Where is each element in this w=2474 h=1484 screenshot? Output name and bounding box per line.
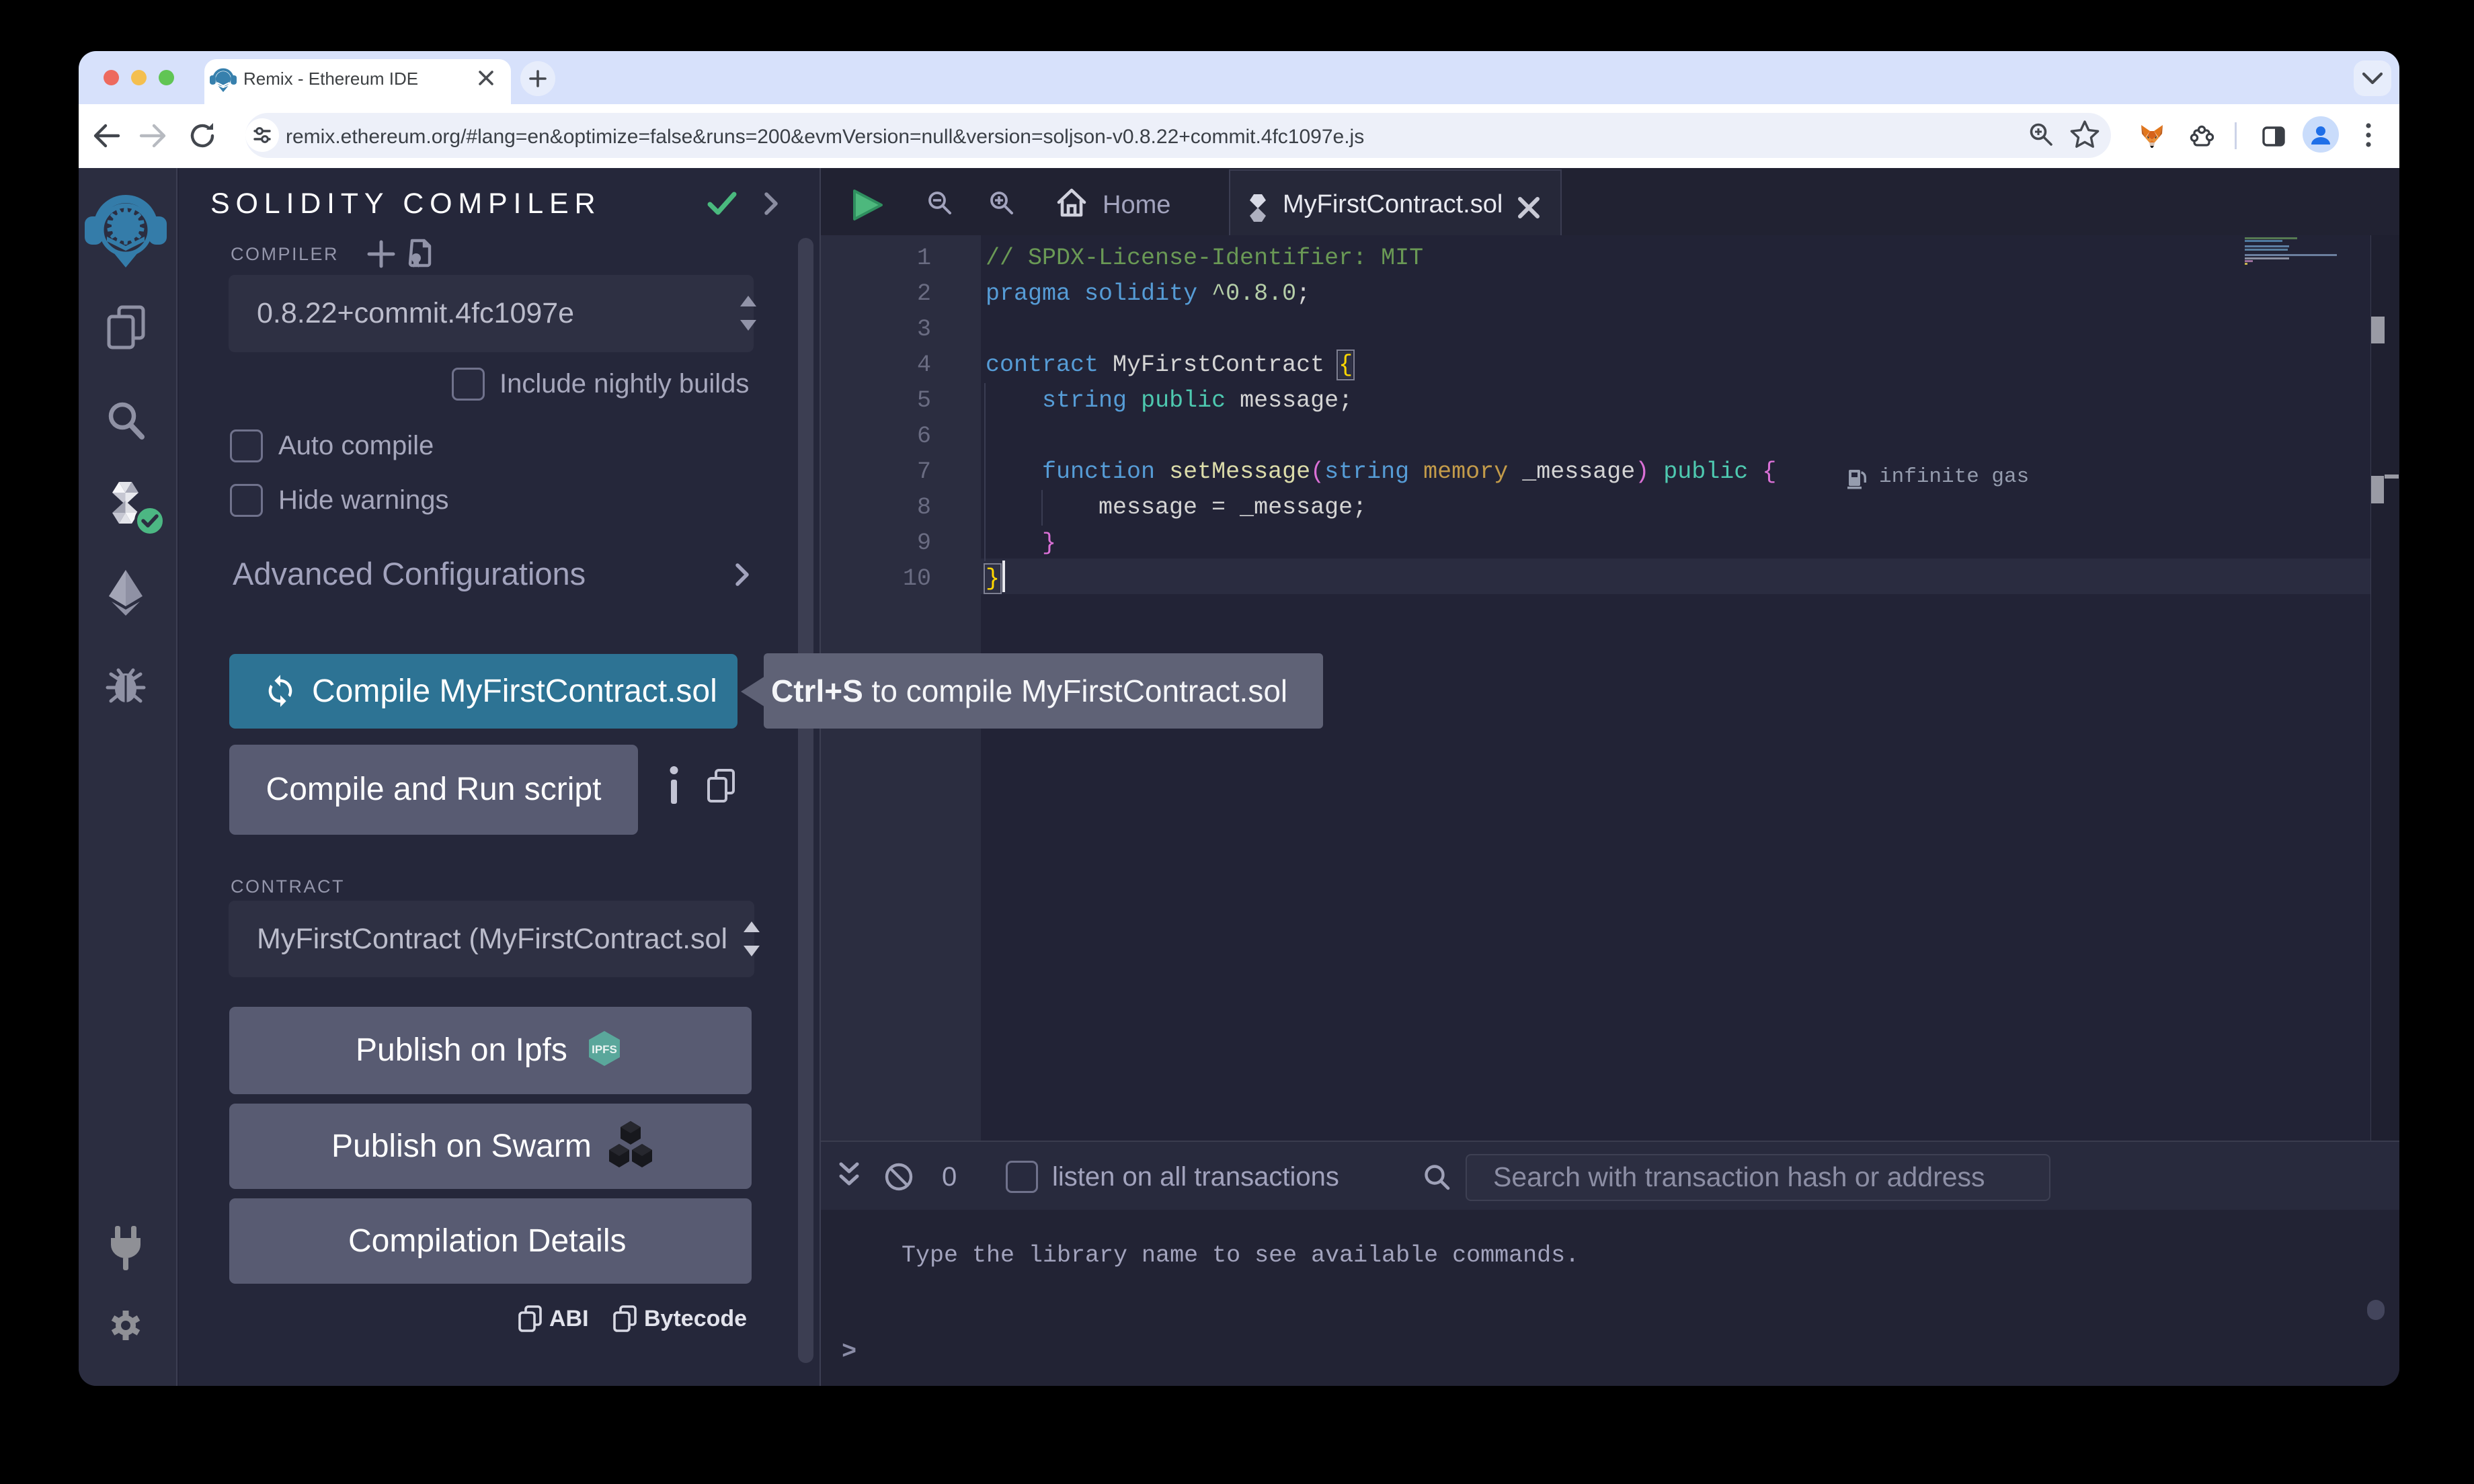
svg-text:IPFS: IPFS [592, 1043, 617, 1056]
